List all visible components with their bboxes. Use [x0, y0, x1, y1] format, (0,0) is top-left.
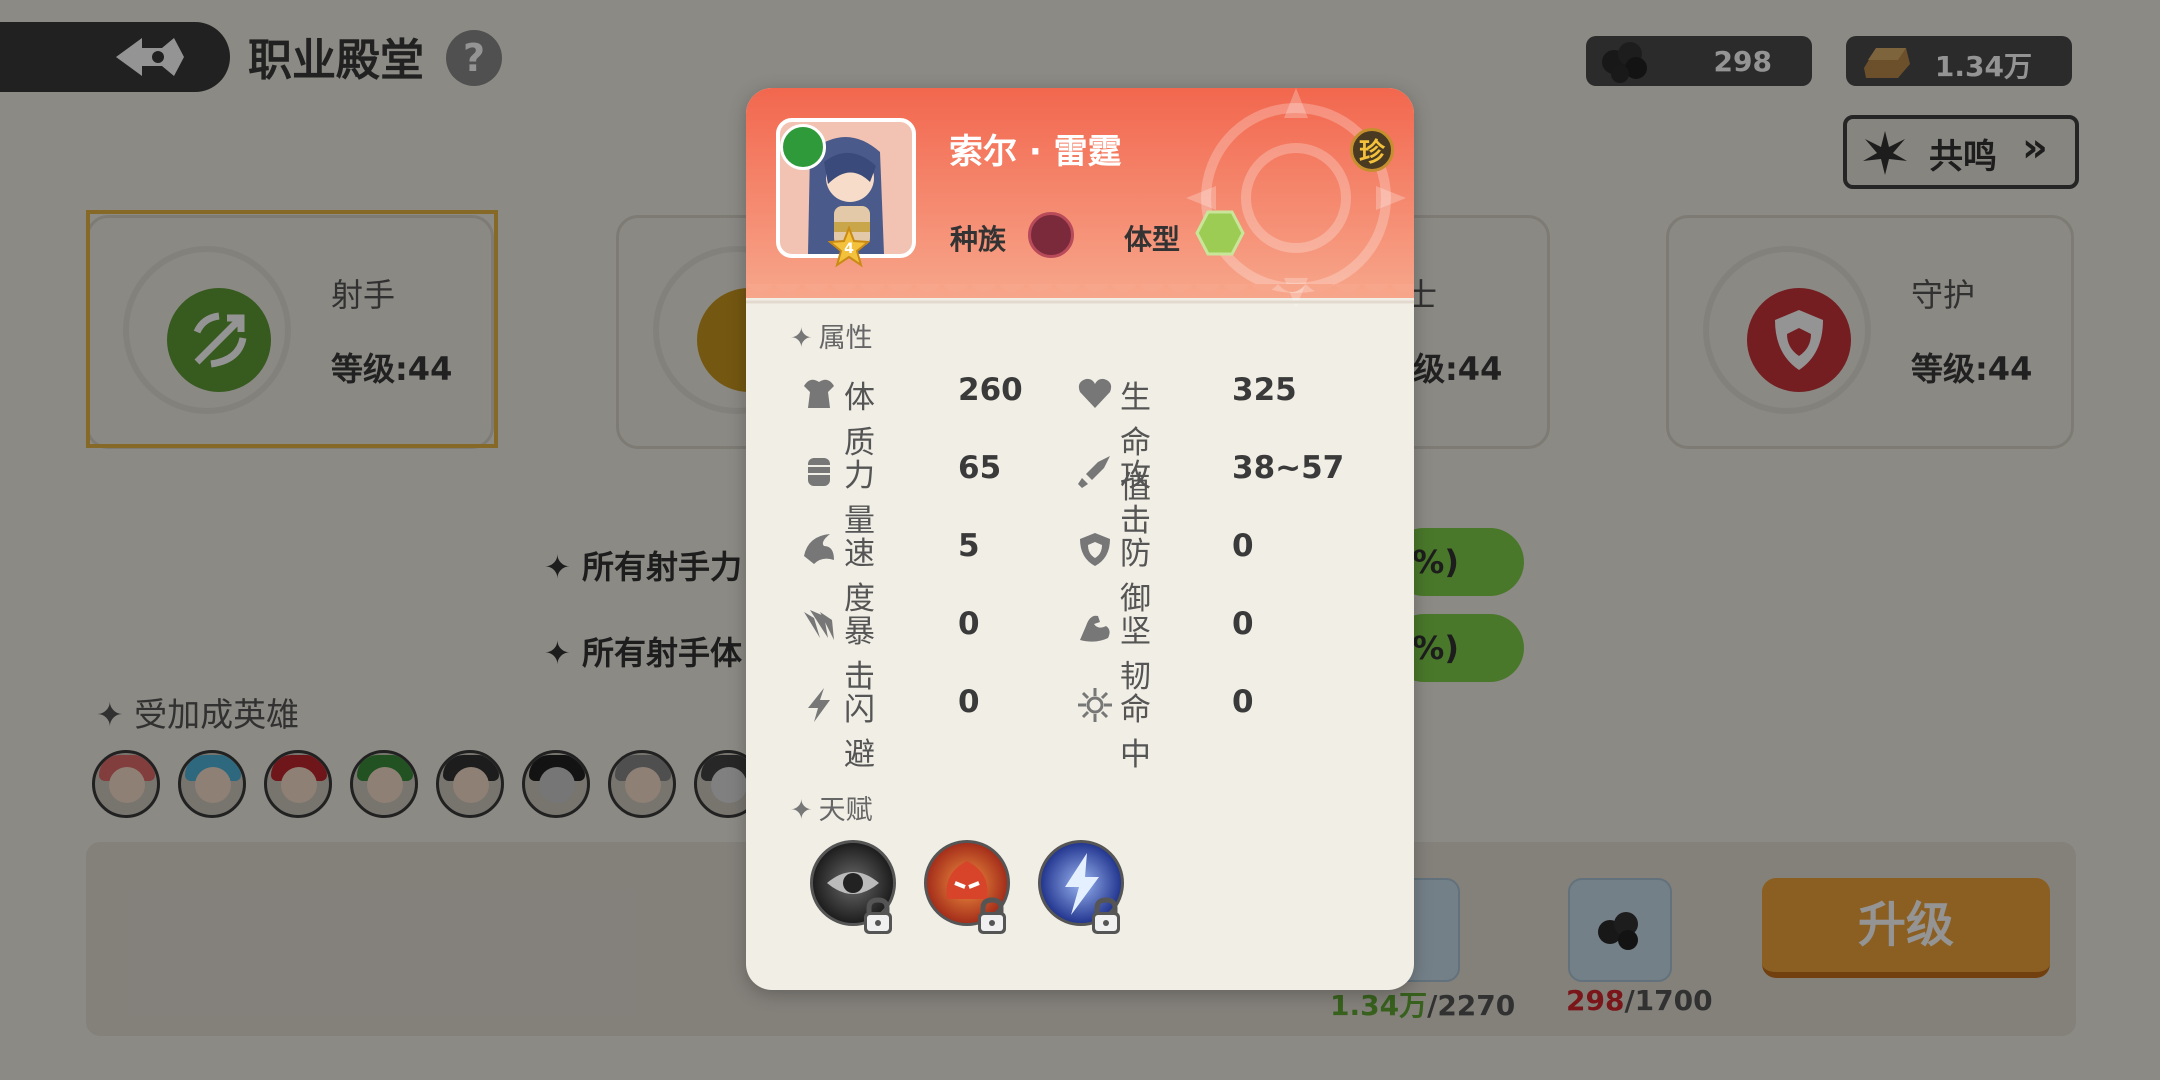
- shield-icon: [1080, 533, 1110, 566]
- attributes-title: ✦ 属性: [790, 316, 873, 355]
- race-label: 种族: [950, 223, 1007, 256]
- stat-name: 防御: [1120, 536, 1151, 617]
- target-burst-icon: [1078, 688, 1112, 722]
- header-scallop: [746, 284, 1414, 304]
- size-hexagon-icon: [1195, 210, 1245, 256]
- stat-name: 坚韧: [1120, 614, 1151, 695]
- lock-icon: [978, 897, 1006, 934]
- hero-info-popup: 4 索尔 · 雷霆 珍 种族 体型 ✦ 属性 体质 260 生命值 325 力量 …: [746, 88, 1414, 990]
- stat-value: 0: [958, 684, 980, 720]
- fist-icon: [808, 458, 830, 486]
- archer-class-icon: [780, 124, 826, 170]
- lightning-icon: [808, 688, 830, 722]
- claw-icon: [804, 610, 834, 640]
- stat-value: 0: [1232, 528, 1254, 564]
- muscle-body-icon: [804, 379, 834, 408]
- stat-value: 0: [1232, 684, 1254, 720]
- stat-value: 5: [958, 528, 980, 564]
- lock-icon: [1092, 897, 1120, 934]
- size-label: 体型: [1124, 223, 1181, 256]
- stat-value: 0: [1232, 606, 1254, 642]
- hero-name: 索尔 · 雷霆: [949, 132, 1122, 172]
- stat-name: 攻击: [1120, 458, 1151, 539]
- stat-name: 体质: [844, 380, 875, 461]
- sparkle-icon: ✦: [790, 795, 813, 826]
- stat-name: 速度: [844, 536, 875, 617]
- attributes-title-text: 属性: [818, 323, 873, 354]
- heart-icon: [1078, 378, 1112, 408]
- stat-value: 65: [958, 450, 1002, 486]
- star-level-icon: 4: [828, 226, 870, 268]
- star-level: 4: [844, 241, 854, 257]
- lock-icon: [864, 897, 892, 934]
- stat-name: 暴击: [844, 614, 875, 695]
- stat-value: 325: [1232, 372, 1297, 408]
- stat-value: 38~57: [1232, 450, 1345, 486]
- stat-name: 命中: [1120, 692, 1151, 773]
- talents-title: ✦ 天赋: [790, 788, 873, 827]
- talents-title-text: 天赋: [818, 795, 873, 826]
- class-hall-screen: 职业殿堂 ? 298 1.34万 共鸣 » 射手 等级:44 士 等级:44 守…: [0, 0, 2160, 1080]
- stat-value: 260: [958, 372, 1023, 408]
- sparkle-icon: ✦: [790, 323, 813, 354]
- sword-icon: [1078, 456, 1110, 488]
- flex-arm-icon: [1080, 615, 1110, 642]
- wing-icon: [804, 534, 834, 564]
- race-icon: [1028, 212, 1074, 258]
- rarity-badge: 珍: [1350, 128, 1394, 172]
- stat-value: 0: [958, 606, 980, 642]
- stat-name: 力量: [844, 458, 875, 539]
- stat-name: 闪避: [844, 692, 875, 773]
